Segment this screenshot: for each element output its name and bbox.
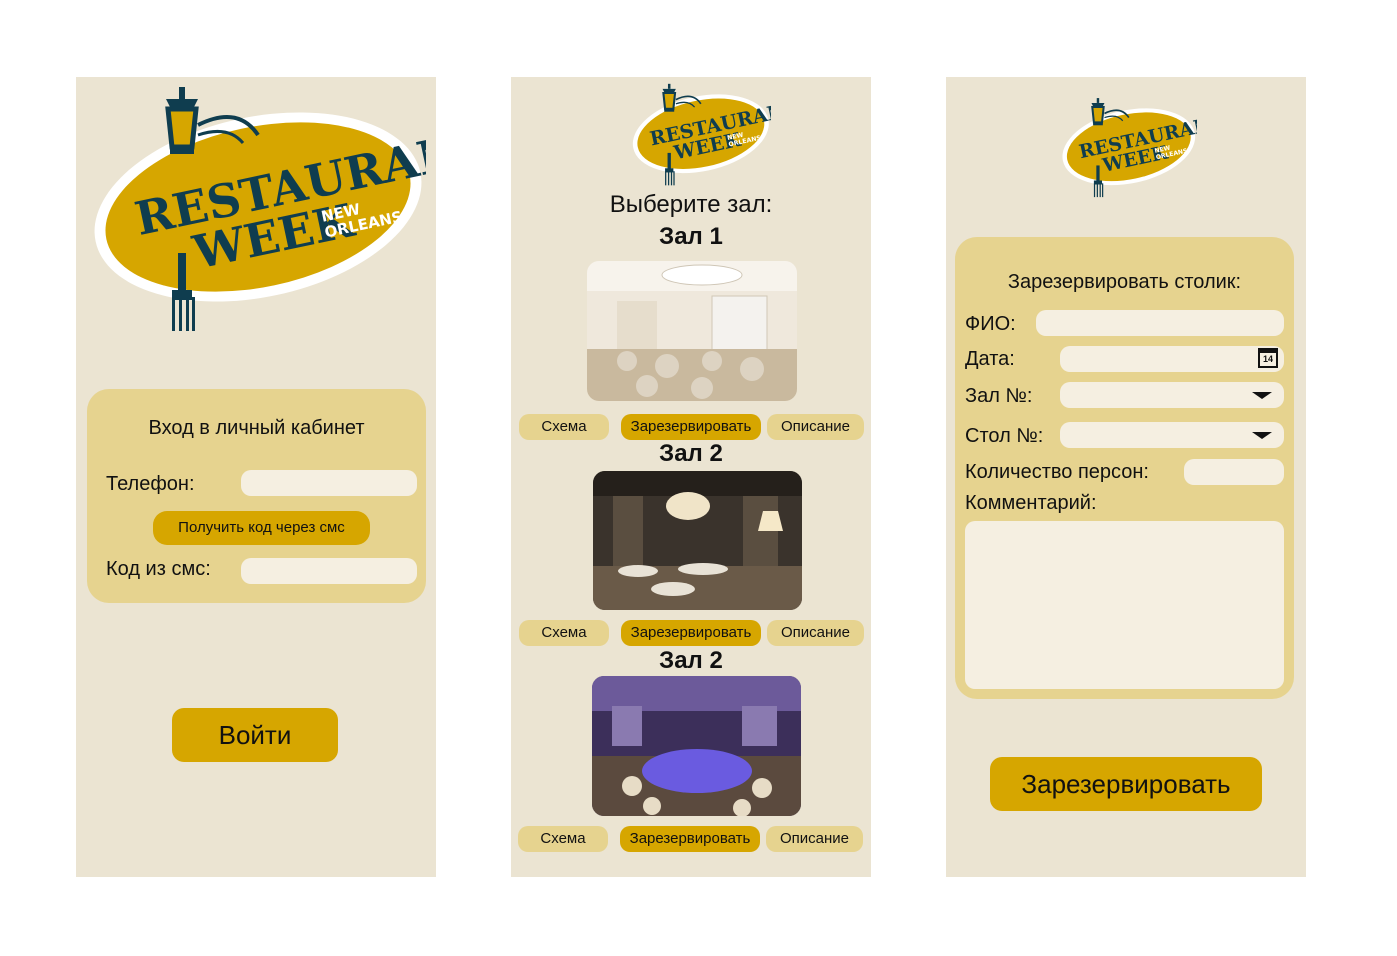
halls-heading: Выберите зал: [609,191,773,218]
phone-input[interactable] [241,470,417,496]
phone-label: Телефон: [106,473,195,495]
hall-photo-3[interactable] [592,676,801,816]
fio-label: ФИО: [965,313,1016,335]
restaurant-week-logo: RESTAURANT WEEK NEW ORLEANS [86,85,436,335]
login-card: Вход в личный кабинет Телефон: Получить … [87,389,426,603]
hall-title: Зал 1 [659,223,723,250]
date-label: Дата: [965,348,1015,370]
persons-input[interactable] [1184,459,1284,485]
get-sms-code-button[interactable]: Получить код через смс [153,511,370,545]
hall-number-label: Зал №: [965,385,1033,407]
description-button[interactable]: Описание [767,414,864,440]
scheme-button[interactable]: Схема [519,620,609,646]
reserve-hall-button[interactable]: Зарезервировать [620,826,760,852]
hall-title: Зал 2 [659,647,723,674]
reserve-submit-button[interactable]: Зарезервировать [990,757,1262,811]
restaurant-week-logo: RESTAURANT WEEK NEW ORLEANS [629,83,801,187]
table-number-select[interactable] [1060,422,1284,448]
fio-input[interactable] [1036,310,1284,336]
scheme-button[interactable]: Схема [519,414,609,440]
calendar-day: 14 [1262,354,1273,364]
booking-screen: RESTAURANT WEEK NEW ORLEANS Зарезервиров… [946,77,1306,877]
comment-textarea[interactable] [965,521,1284,689]
login-button[interactable]: Войти [172,708,338,762]
booking-card: Зарезервировать столик: ФИО: Дата: 14 За… [955,237,1294,699]
description-button[interactable]: Описание [766,826,863,852]
halls-screen: RESTAURANT WEEK NEW ORLEANS Выберите зал… [511,77,871,877]
chevron-down-icon [1252,392,1272,399]
hall-photo-2[interactable] [593,471,802,610]
booking-title: Зарезервировать столик: [1007,271,1242,293]
login-screen: RESTAURANT WEEK NEW ORLEANS Вход в личны… [76,77,436,877]
description-button[interactable]: Описание [767,620,864,646]
hall-number-select[interactable] [1060,382,1284,408]
persons-label: Количество персон: [965,461,1149,483]
table-number-label: Стол №: [965,425,1044,447]
sms-code-input[interactable] [241,558,417,584]
comment-label: Комментарий: [965,492,1097,514]
calendar-icon[interactable]: 14 [1258,348,1278,368]
date-input[interactable]: 14 [1060,346,1284,372]
hall-photo-1[interactable] [587,261,797,401]
restaurant-week-logo: RESTAURANT WEEK NEW ORLEANS [1059,97,1226,199]
scheme-button[interactable]: Схема [518,826,608,852]
hall-title: Зал 2 [659,440,723,467]
chevron-down-icon [1252,432,1272,439]
reserve-hall-button[interactable]: Зарезервировать [621,414,761,440]
sms-code-label: Код из смс: [106,558,211,580]
reserve-hall-button[interactable]: Зарезервировать [621,620,761,646]
login-title: Вход в личный кабинет [148,417,365,439]
